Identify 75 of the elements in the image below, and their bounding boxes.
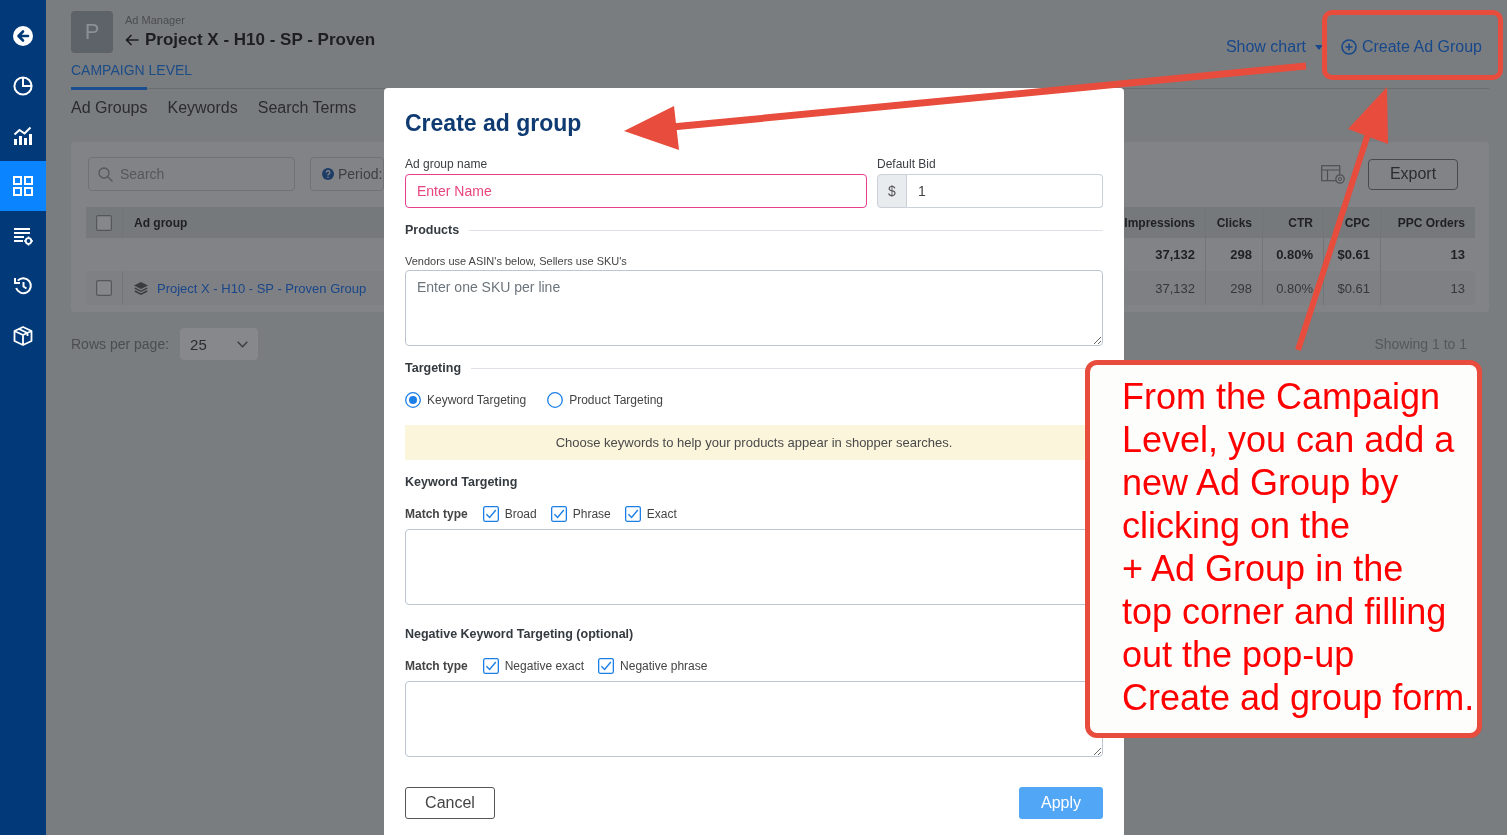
currency-prefix: $: [877, 174, 907, 208]
checkbox-label[interactable]: Broad: [504, 507, 537, 521]
tab[interactable]: Keywords: [167, 87, 238, 126]
apply-button[interactable]: Apply: [1019, 787, 1103, 819]
table-cell: 0.80%: [1276, 247, 1313, 262]
table-cell: 298: [1230, 247, 1252, 262]
section-heading: Negative Keyword Targeting (optional): [405, 626, 634, 643]
field-label: Default Bid: [877, 156, 937, 172]
section-heading: Keyword Targeting: [405, 474, 518, 491]
level-label: CAMPAIGN LEVEL: [71, 61, 193, 79]
checkbox[interactable]: [482, 506, 499, 522]
table-cell: 37,132: [1155, 247, 1195, 262]
checkbox-label[interactable]: Phrase: [572, 507, 611, 521]
ad-group-name-input[interactable]: Enter Name: [405, 174, 867, 208]
sku-textarea[interactable]: Enter one SKU per line: [405, 270, 1103, 346]
radio-label[interactable]: Product Targeting: [569, 393, 663, 407]
tab[interactable]: Search Terms: [257, 87, 357, 126]
match-type-label: Match type: [405, 507, 468, 521]
checkbox[interactable]: [598, 658, 615, 674]
default-bid-input[interactable]: 1: [907, 174, 1103, 208]
checkbox[interactable]: [482, 658, 499, 674]
pie-chart-icon: [13, 76, 33, 96]
ad-group-link[interactable]: Project X - H10 - SP - Proven Group: [157, 280, 367, 296]
list-settings-icon: [13, 226, 33, 246]
table-cell: 13: [1450, 247, 1465, 262]
campaign-title: Project X - H10 - SP - Proven: [145, 29, 376, 51]
chart-icon: [13, 126, 33, 146]
column-header[interactable]: PPC Orders: [1397, 215, 1465, 230]
table-cell: $0.61: [1337, 280, 1370, 296]
radio-label[interactable]: Keyword Targeting: [427, 393, 527, 407]
caret-icon: [1314, 44, 1323, 50]
back-arrow-icon[interactable]: [125, 34, 139, 46]
search-icon: [98, 167, 113, 182]
export-button[interactable]: Export: [1368, 158, 1458, 190]
grid-icon: [13, 176, 33, 196]
create-ad-group-button[interactable]: Create Ad Group: [1340, 37, 1482, 57]
section-heading: Targeting: [405, 360, 462, 377]
field-label: Ad group name: [405, 156, 489, 172]
column-header[interactable]: Clicks: [1216, 215, 1252, 230]
back-icon: [13, 26, 33, 46]
section-heading: Products: [405, 222, 460, 239]
checkbox-label[interactable]: Exact: [646, 507, 677, 521]
callout-text: From the Campaign Level, you can add a new Ad Group by clicking on the + Ad Group in the top corner and filling out the pop-up Create ad group form.: [1122, 375, 1476, 719]
table-cell: 13: [1450, 280, 1465, 296]
dialog-title: Create ad group: [405, 109, 582, 138]
table-cell: $0.61: [1337, 247, 1370, 262]
checkbox[interactable]: [550, 506, 567, 522]
match-type-label: Match type: [405, 659, 468, 673]
table-cell: 0.80%: [1276, 280, 1313, 296]
chevron-down-icon: [237, 340, 249, 348]
layers-icon: [134, 281, 148, 295]
checkbox[interactable]: [624, 506, 641, 522]
checkbox[interactable]: [96, 214, 112, 231]
radio-button[interactable]: [405, 392, 421, 408]
plus-circle-icon: [1340, 39, 1357, 55]
column-header[interactable]: CPC: [1344, 215, 1370, 230]
field-hint: Vendors use ASIN's below, Sellers use SKU's: [405, 254, 627, 268]
checkbox[interactable]: [96, 280, 112, 296]
column-header[interactable]: Impressions: [1124, 215, 1195, 230]
help-icon: [322, 168, 334, 180]
table-cell: 298: [1230, 280, 1252, 296]
box-icon: [13, 326, 33, 346]
tab[interactable]: Ad Groups: [71, 87, 148, 126]
column-header[interactable]: Ad group: [134, 215, 188, 230]
radio-button[interactable]: [547, 392, 564, 408]
table-cell: 37,132: [1155, 280, 1195, 296]
column-settings-icon[interactable]: [1321, 164, 1345, 184]
checkbox-label[interactable]: Negative exact: [504, 659, 585, 673]
cancel-button[interactable]: Cancel: [405, 787, 495, 819]
info-text: Choose keywords to help your products appear in shopper searches.: [555, 435, 953, 450]
checkbox-label[interactable]: Negative phrase: [620, 659, 708, 673]
history-icon: [13, 276, 33, 296]
rows-per-page-select[interactable]: 25: [180, 328, 259, 360]
column-header[interactable]: CTR: [1288, 215, 1313, 230]
show-chart-button[interactable]: Show chart: [1225, 37, 1323, 57]
